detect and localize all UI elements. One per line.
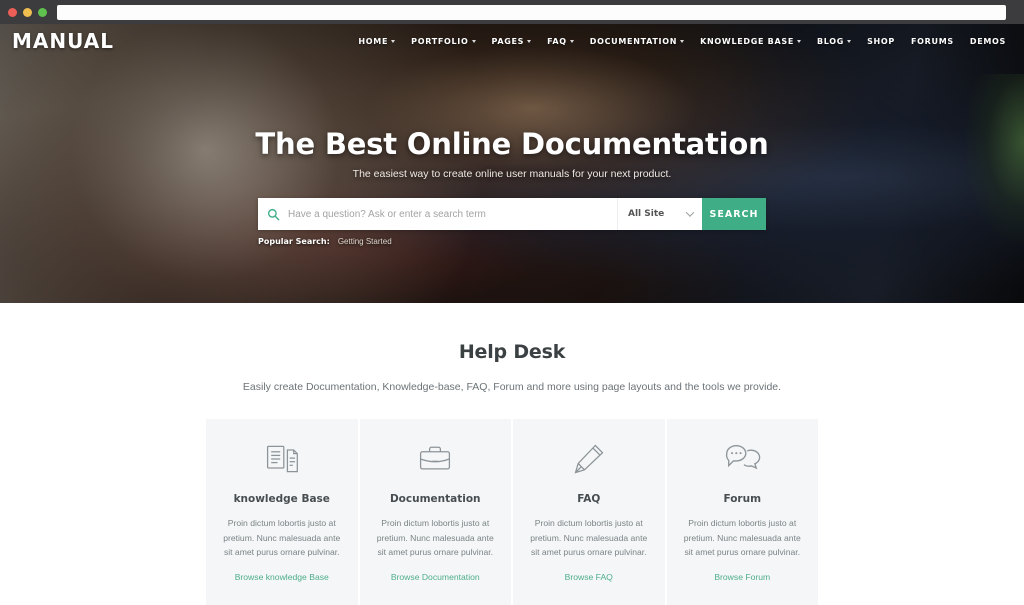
card-description: Proin dictum lobortis justo at pretium. … [683, 518, 801, 558]
search-scope-value: All Site [628, 209, 665, 219]
chevron-down-icon [685, 208, 695, 217]
hero-banner: MANUAL HOME PORTFOLIO PAGES FAQ DOCUMENT… [0, 24, 1024, 303]
nav-item-label: PORTFOLIO [411, 36, 469, 46]
card-link[interactable]: Browse knowledge Base [235, 572, 329, 582]
nav-item-label: HOME [358, 36, 389, 46]
close-window-button[interactable] [8, 7, 17, 17]
help-desk-section: Help Desk Easily create Documentation, K… [0, 303, 1024, 605]
briefcase-icon [372, 437, 500, 481]
minimize-window-button[interactable] [23, 7, 32, 17]
card-title: Documentation [389, 493, 481, 505]
nav-item-label: DOCUMENTATION [589, 36, 678, 46]
card-title: knowledge Base [233, 493, 330, 505]
nav-item-blog[interactable]: BLOG [809, 31, 859, 52]
nav-item-pages[interactable]: PAGES [484, 31, 540, 52]
nav-item-label: SHOP [867, 36, 895, 46]
card-description: Proin dictum lobortis justo at pretium. … [530, 518, 648, 558]
help-desk-cards: knowledge Base Proin dictum lobortis jus… [0, 419, 1024, 605]
search-scope-dropdown[interactable]: All Site [617, 198, 702, 230]
chevron-down-icon [569, 39, 574, 43]
card-link[interactable]: Browse Documentation [391, 572, 480, 582]
section-subtitle: Easily create Documentation, Knowledge-b… [242, 381, 782, 393]
nav-item-label: KNOWLEDGE BASE [700, 36, 794, 46]
site-logo[interactable]: MANUAL [12, 29, 114, 53]
nav-item-label: FAQ [547, 36, 567, 46]
nav-item-shop[interactable]: SHOP [859, 31, 903, 52]
browser-chrome [0, 0, 1024, 24]
chevron-down-icon [847, 39, 852, 43]
nav-item-label: DEMOS [969, 36, 1006, 46]
nav-item-label: BLOG [817, 36, 845, 46]
search-button[interactable]: SEARCH [702, 198, 766, 230]
maximize-window-button[interactable] [38, 7, 47, 17]
main-navigation: HOME PORTFOLIO PAGES FAQ DOCUMENTATION K… [350, 31, 1024, 52]
hero-subtitle: The easiest way to create online user ma… [352, 168, 672, 180]
chevron-down-icon [527, 39, 532, 43]
url-bar[interactable] [57, 4, 1006, 20]
pencil-icon [525, 437, 653, 481]
site-navbar: MANUAL HOME PORTFOLIO PAGES FAQ DOCUMENT… [0, 24, 1024, 58]
popular-search: Popular Search: Getting Started [258, 237, 766, 246]
card-link[interactable]: Browse FAQ [565, 572, 613, 582]
card-description: Proin dictum lobortis justo at pretium. … [376, 518, 494, 558]
chevron-down-icon [797, 39, 801, 43]
card-documentation[interactable]: Documentation Proin dictum lobortis just… [359, 419, 511, 605]
nav-item-knowledge-base[interactable]: KNOWLEDGE BASE [692, 31, 809, 52]
nav-item-faq[interactable]: FAQ [539, 31, 582, 52]
chevron-down-icon [391, 39, 396, 43]
search-icon [258, 198, 288, 230]
nav-item-demos[interactable]: DEMOS [962, 31, 1014, 52]
page-title: Help Desk [458, 341, 566, 363]
card-knowledge-base[interactable]: knowledge Base Proin dictum lobortis jus… [206, 419, 358, 605]
nav-item-portfolio[interactable]: PORTFOLIO [403, 31, 483, 52]
card-title: FAQ [577, 493, 601, 505]
card-title: Forum [723, 493, 762, 505]
card-link[interactable]: Browse Forum [714, 572, 770, 582]
popular-search-label: Popular Search: [258, 237, 330, 246]
chevron-down-icon [471, 39, 476, 43]
hero-title: The Best Online Documentation [255, 127, 769, 161]
card-faq[interactable]: FAQ Proin dictum lobortis justo at preti… [513, 419, 665, 605]
chevron-down-icon [680, 39, 685, 43]
documents-icon [218, 437, 346, 481]
hero-search-bar: All Site SEARCH [258, 198, 766, 230]
nav-item-label: PAGES [491, 36, 525, 46]
nav-item-documentation[interactable]: DOCUMENTATION [582, 31, 692, 52]
nav-item-label: FORUMS [911, 36, 954, 46]
hero-content: The Best Online Documentation The easies… [0, 24, 1024, 303]
nav-item-forums[interactable]: FORUMS [903, 31, 962, 52]
window-controls [8, 7, 47, 17]
card-description: Proin dictum lobortis justo at pretium. … [223, 518, 341, 558]
card-forum[interactable]: Forum Proin dictum lobortis justo at pre… [666, 419, 818, 605]
nav-item-home[interactable]: HOME [350, 31, 403, 52]
chat-bubbles-icon [679, 437, 807, 481]
popular-search-term[interactable]: Getting Started [338, 237, 392, 246]
search-input[interactable] [288, 198, 617, 230]
